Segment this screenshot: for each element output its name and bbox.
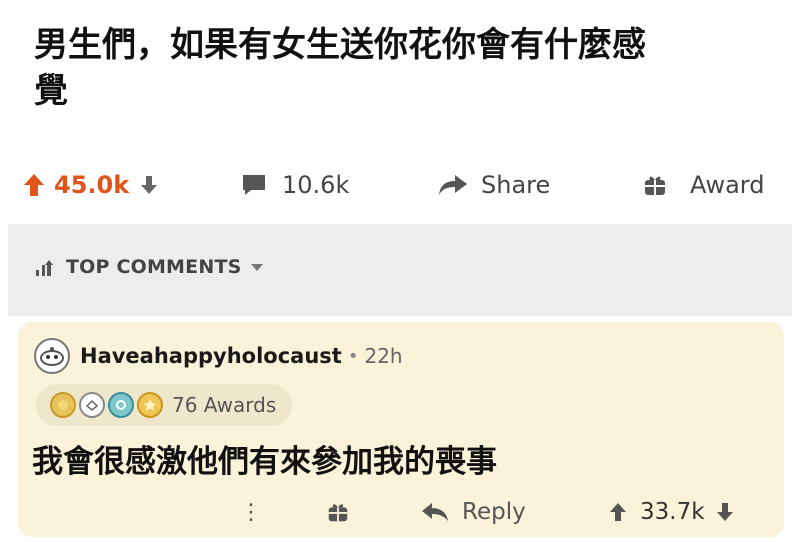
awards-count: 76 Awards bbox=[172, 393, 277, 417]
gift-icon bbox=[642, 172, 668, 198]
more-options-button[interactable]: ⋮ bbox=[240, 492, 262, 532]
arrow-up-icon[interactable] bbox=[22, 172, 46, 198]
share-label: Share bbox=[481, 171, 551, 199]
post-vote-count: 45.0k bbox=[54, 171, 130, 199]
award-button[interactable]: Award bbox=[642, 160, 764, 210]
comment-sort-bar: TOP COMMENTS bbox=[8, 224, 792, 316]
post-title: 男生們，如果有女生送你花你會有什麼感覺 bbox=[34, 25, 646, 111]
avatar[interactable] bbox=[34, 338, 70, 374]
comment-bubble-icon bbox=[240, 172, 268, 198]
awards-pill[interactable]: 76 Awards bbox=[36, 384, 293, 426]
comment-timestamp: 22h bbox=[364, 344, 403, 368]
helpful-award-icon bbox=[108, 392, 134, 418]
comment-vote-group: 33.7k bbox=[608, 492, 735, 532]
wholesome-award-icon bbox=[137, 392, 163, 418]
comment-header: Haveahappyholocaust • 22h bbox=[34, 338, 403, 374]
sort-bars-icon bbox=[34, 256, 56, 278]
post-action-bar: 45.0k 10.6k Share Award bbox=[0, 160, 800, 210]
arrow-down-icon[interactable] bbox=[139, 174, 159, 196]
sort-dropdown[interactable]: TOP COMMENTS bbox=[34, 256, 264, 278]
arrow-up-icon[interactable] bbox=[608, 501, 628, 523]
comment-award-button[interactable] bbox=[326, 492, 350, 532]
hand-award-icon bbox=[79, 392, 105, 418]
comments-button[interactable]: 10.6k bbox=[240, 160, 349, 210]
comment-username[interactable]: Haveahappyholocaust bbox=[80, 344, 342, 368]
comment-action-bar: ⋮ Reply 33.7k bbox=[18, 492, 784, 532]
separator-dot: • bbox=[347, 345, 359, 367]
reply-button[interactable]: Reply bbox=[420, 492, 526, 532]
post-vote-group: 45.0k bbox=[22, 160, 159, 210]
comment-vote-count: 33.7k bbox=[640, 499, 705, 525]
gold-award-icon bbox=[50, 392, 76, 418]
reply-arrow-icon bbox=[420, 501, 450, 523]
comment-card: Haveahappyholocaust • 22h 76 Awards 我會很感… bbox=[18, 322, 784, 537]
share-arrow-icon bbox=[437, 173, 469, 197]
reply-label: Reply bbox=[462, 499, 526, 525]
comment-body: 我會很感激他們有來參加我的喪事 bbox=[32, 444, 497, 480]
gift-icon bbox=[326, 500, 350, 524]
sort-label: TOP COMMENTS bbox=[66, 256, 242, 278]
comments-count: 10.6k bbox=[282, 171, 350, 199]
arrow-down-icon[interactable] bbox=[715, 501, 735, 523]
chevron-down-icon bbox=[250, 262, 264, 272]
award-label: Award bbox=[690, 171, 765, 199]
share-button[interactable]: Share bbox=[437, 160, 550, 210]
